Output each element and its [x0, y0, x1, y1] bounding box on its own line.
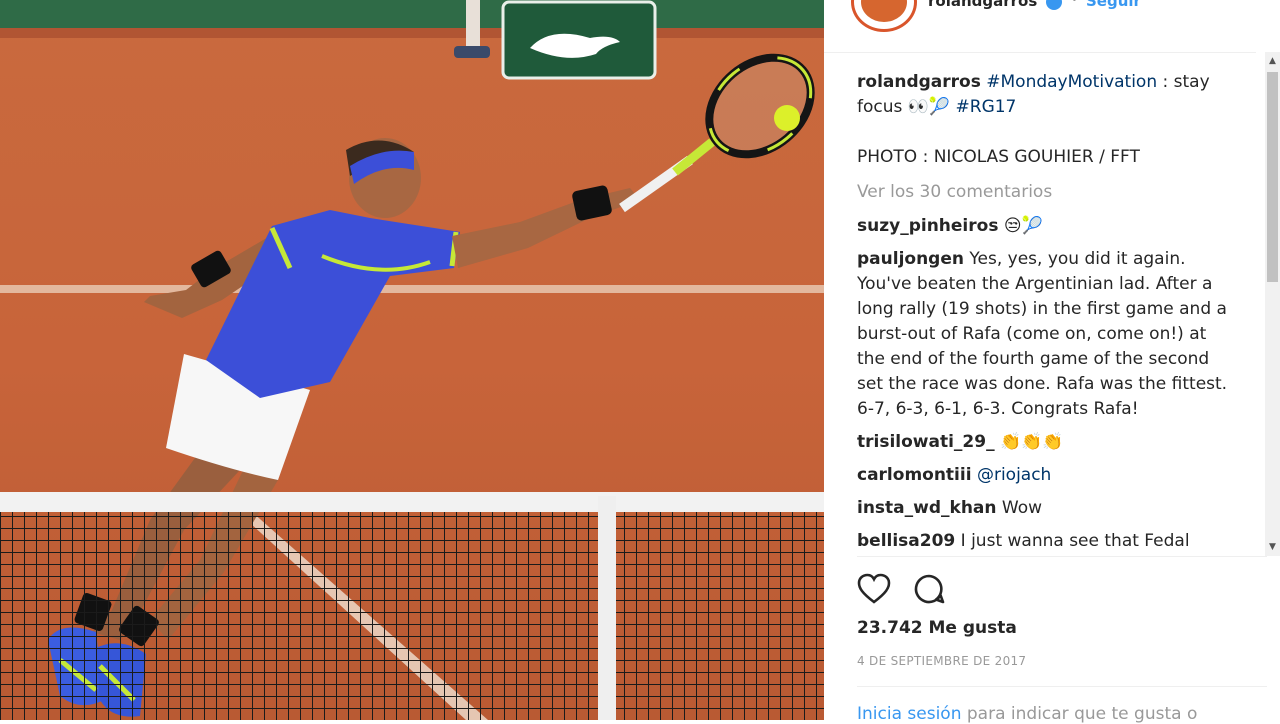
- comment: suzy_pinheiros 😒🎾: [857, 214, 1229, 239]
- comment-username[interactable]: trisilowati_29_: [857, 432, 995, 452]
- comment: bellisa209 I just wanna see that Fedal s…: [857, 529, 1229, 558]
- likes-count[interactable]: 23.742 Me gusta: [857, 618, 1017, 638]
- comment: pauljongen Yes, yes, you did it again. Y…: [857, 247, 1229, 422]
- net-illustration: [0, 492, 824, 720]
- login-prompt: Inicia sesión para indicar que te gusta …: [857, 704, 1197, 724]
- comment-username[interactable]: bellisa209: [857, 531, 955, 551]
- tennis-photo-illustration: [0, 0, 824, 720]
- comment: trisilowati_29_ 👏👏👏: [857, 430, 1229, 455]
- comments-scrollbar[interactable]: ▲ ▼: [1265, 52, 1280, 556]
- post-header: rolandgarros • Seguir: [824, 0, 1256, 53]
- scroll-down-arrow-icon[interactable]: ▼: [1265, 540, 1280, 554]
- divider: [857, 686, 1267, 687]
- comment: carlomontiii @riojach: [857, 463, 1229, 488]
- comment-text: Wow: [996, 498, 1043, 518]
- hashtag-link[interactable]: #MondayMotivation: [986, 72, 1157, 92]
- post-date: 4 DE SEPTIEMBRE DE 2017: [857, 654, 1027, 668]
- comments-list: rolandgarros #MondayMotivation : stay fo…: [857, 70, 1229, 558]
- hashtag-link[interactable]: #RG17: [956, 97, 1017, 117]
- lacoste-sign: [501, 0, 657, 80]
- photo-credit: PHOTO : NICOLAS GOUHIER / FFT: [857, 147, 1140, 167]
- comment-text: 👏👏👏: [994, 432, 1064, 452]
- view-all-comments-link[interactable]: Ver los 30 comentarios: [857, 180, 1229, 205]
- comment-text: Yes, yes, you did it again. You've beate…: [857, 249, 1228, 419]
- comment-text: 😒🎾: [998, 216, 1043, 236]
- post-photo[interactable]: [0, 0, 824, 720]
- login-prompt-text: para indicar que te gusta o: [961, 704, 1198, 724]
- caption-username[interactable]: rolandgarros: [857, 72, 981, 92]
- heart-icon[interactable]: [857, 573, 891, 605]
- login-link[interactable]: Inicia sesión: [857, 704, 961, 724]
- comment-username[interactable]: carlomontiii: [857, 465, 972, 485]
- mention-link[interactable]: @riojach: [977, 465, 1051, 485]
- header-username[interactable]: rolandgarros: [928, 0, 1037, 10]
- comment-username[interactable]: suzy_pinheiros: [857, 216, 998, 236]
- avatar[interactable]: [851, 0, 917, 32]
- comment-username[interactable]: insta_wd_khan: [857, 498, 997, 518]
- comment-username[interactable]: pauljongen: [857, 249, 964, 269]
- scroll-up-arrow-icon[interactable]: ▲: [1265, 54, 1280, 68]
- caption: rolandgarros #MondayMotivation : stay fo…: [857, 70, 1229, 120]
- comment: insta_wd_khan Wow: [857, 496, 1229, 521]
- divider: [857, 556, 1267, 557]
- scroll-thumb[interactable]: [1267, 72, 1278, 282]
- tennis-ball-illustration: [774, 105, 800, 131]
- comment-icon[interactable]: [913, 573, 945, 605]
- verified-badge-icon: [1046, 0, 1062, 10]
- follow-button[interactable]: Seguir: [1086, 0, 1141, 10]
- post-side-panel: rolandgarros • Seguir rolandgarros #Mond…: [824, 0, 1280, 724]
- separator-dot: •: [1070, 0, 1079, 8]
